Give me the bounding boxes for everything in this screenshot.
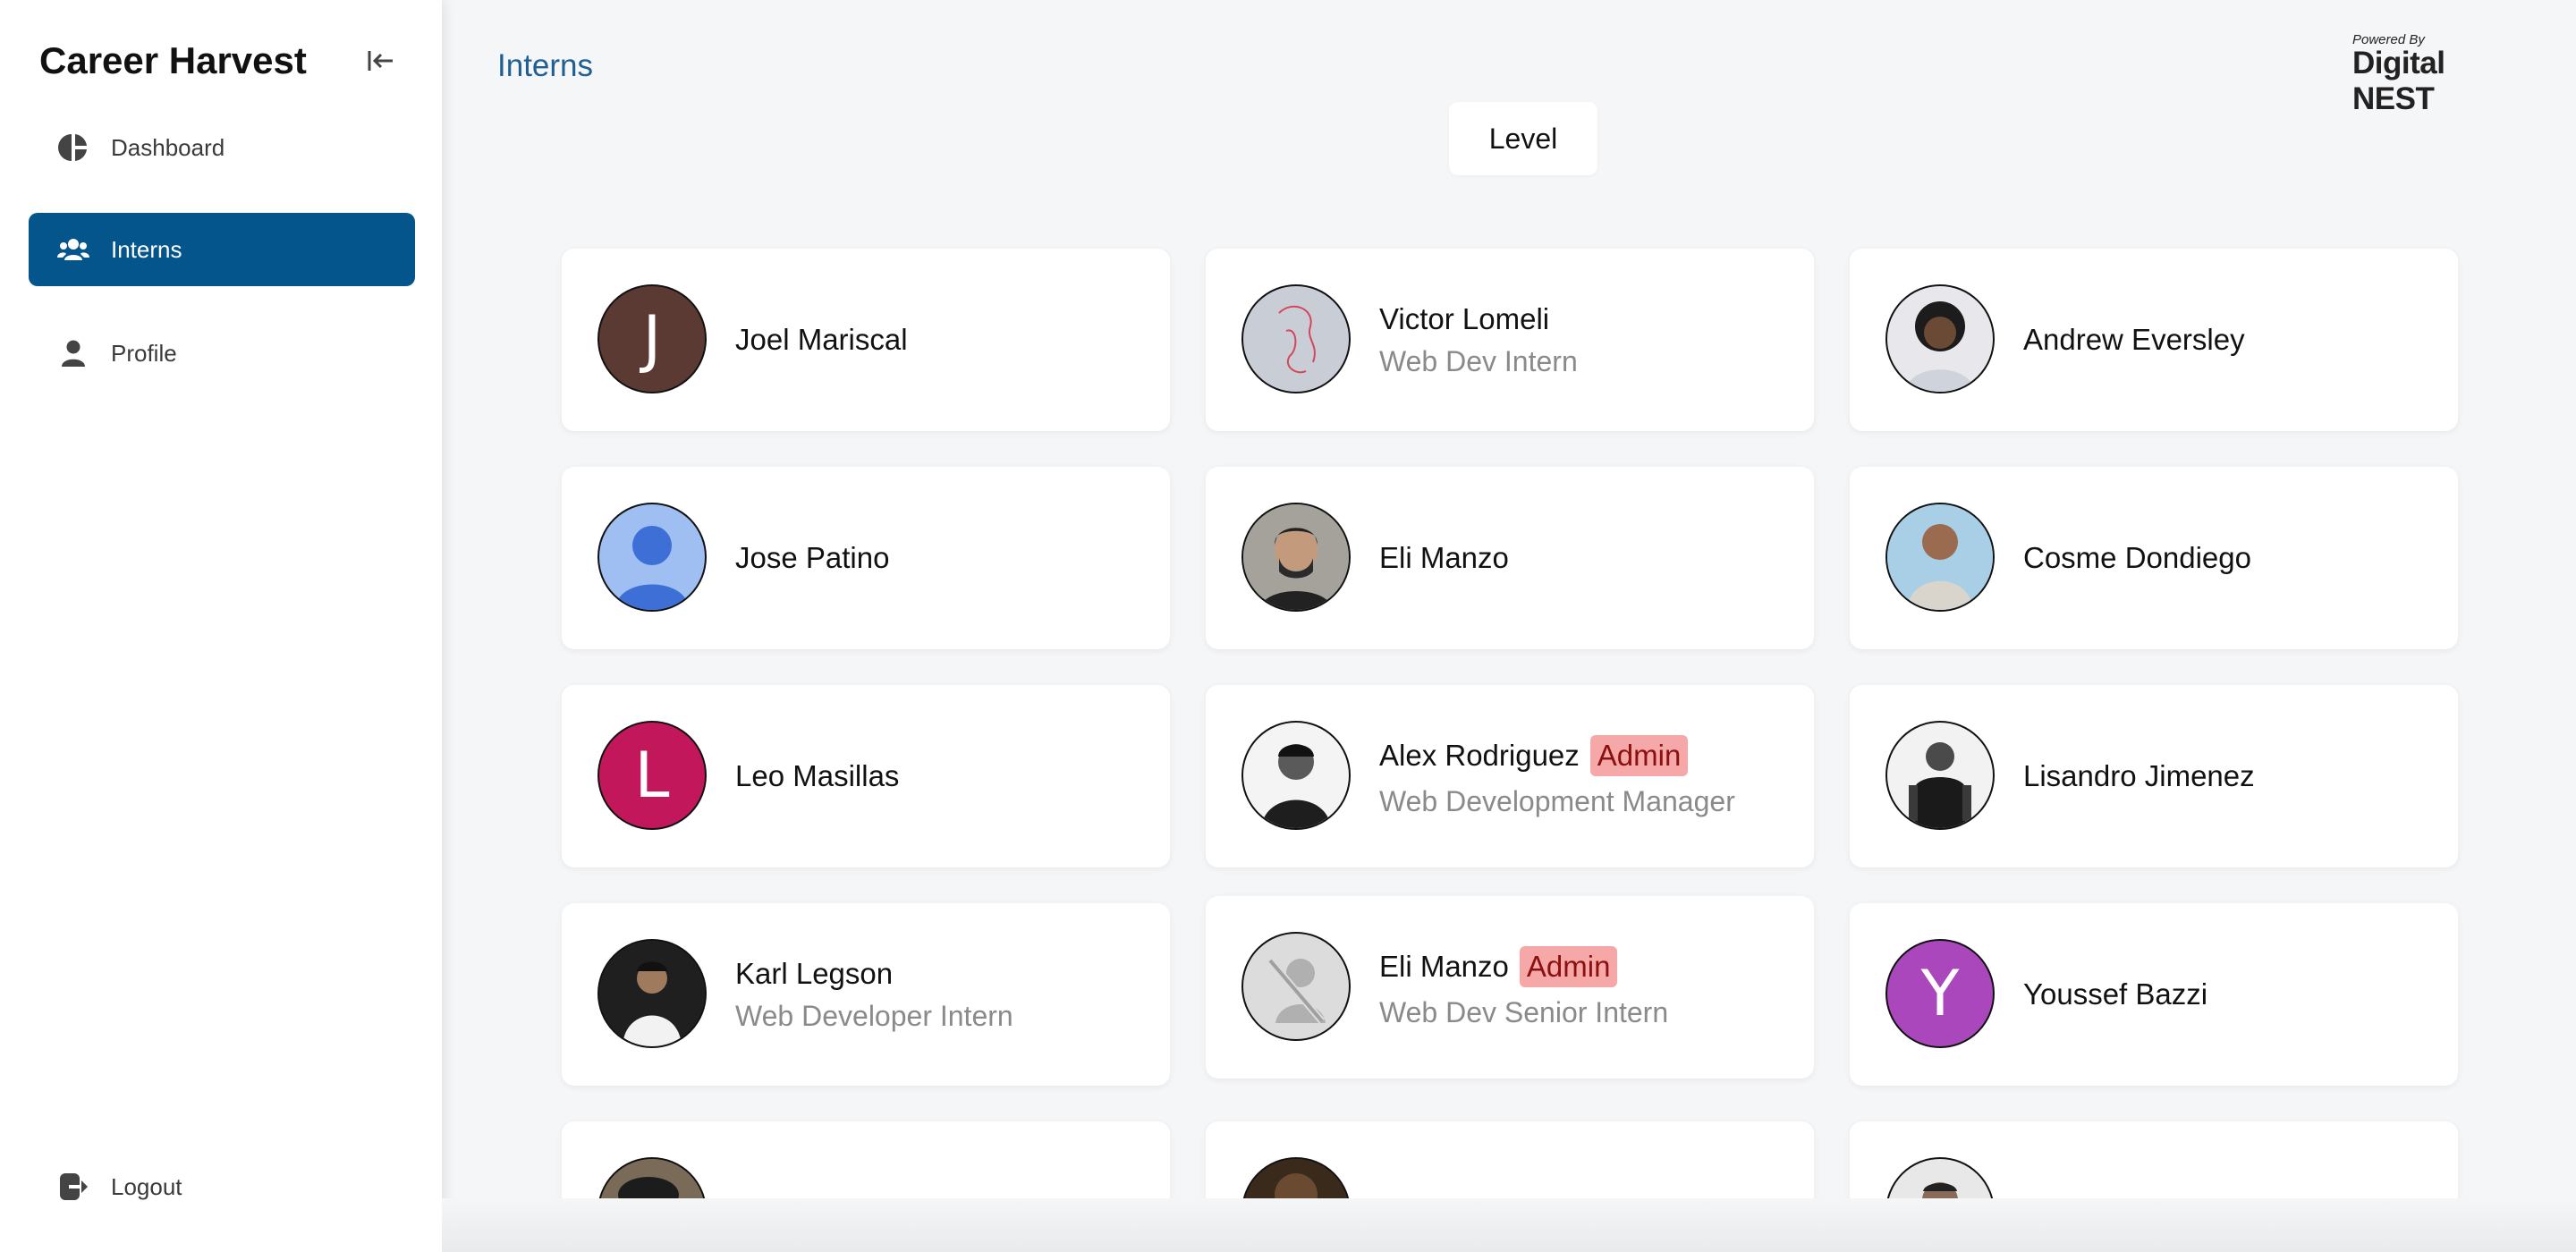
intern-card[interactable]: Eli Manzo	[1206, 467, 1814, 649]
sidebar-item-label: Dashboard	[111, 133, 225, 161]
intern-card[interactable]	[1206, 1121, 1814, 1198]
avatar: Y	[1885, 939, 1995, 1048]
intern-name: Leo Masillas	[735, 759, 900, 792]
avatar	[1241, 503, 1351, 612]
intern-name: Alex Rodriguez Admin	[1379, 734, 1735, 776]
avatar	[1885, 1157, 1995, 1198]
intern-name: Lisandro Jimenez	[2023, 759, 2255, 792]
sidebar-item-interns[interactable]: Interns	[29, 213, 415, 286]
logout-button[interactable]: Logout	[29, 1150, 415, 1223]
intern-name: Victor Lomeli	[1379, 301, 1550, 335]
intern-name: Andrew Eversley	[2023, 323, 2245, 356]
intern-name: Jose Patino	[735, 541, 890, 574]
sidebar-item-profile[interactable]: Profile	[29, 317, 415, 390]
sidebar-item-dashboard[interactable]: Dashboard	[29, 111, 415, 184]
intern-name: Cosme Dondiego	[2023, 541, 2251, 574]
intern-card[interactable]: L Leo Masillas	[562, 685, 1170, 867]
intern-card[interactable]: Cosme Dondiego	[1850, 467, 2458, 649]
intern-card[interactable]	[562, 1121, 1170, 1198]
powered-by-logo: Powered By Digital NEST	[2352, 32, 2531, 117]
intern-name: Eli Manzo Admin	[1379, 945, 1668, 987]
sidebar-item-label: Interns	[111, 235, 182, 263]
intern-card[interactable]: Eli Manzo Admin Web Dev Senior Intern	[1206, 896, 1814, 1079]
intern-name: Karl Legson	[735, 956, 894, 990]
bottom-fade	[442, 1198, 2576, 1252]
intern-card[interactable]: Alex Rodriguez Admin Web Development Man…	[1206, 685, 1814, 867]
avatar	[1885, 284, 1995, 393]
intern-card[interactable]: Lisandro Jimenez	[1850, 685, 2458, 867]
intern-card[interactable]: J Joel Mariscal	[562, 249, 1170, 431]
intern-card[interactable]: Victor Lomeli Web Dev Intern	[1206, 249, 1814, 431]
avatar: J	[597, 284, 707, 393]
avatar	[1241, 932, 1351, 1041]
logout-icon	[54, 1167, 93, 1206]
sidebar: Career Harvest Dashboard Interns Profile…	[0, 0, 442, 1252]
avatar	[1885, 721, 1995, 830]
intern-name: Eli Manzo	[1379, 541, 1509, 574]
admin-badge: Admin	[1589, 734, 1689, 776]
breadcrumb[interactable]: Interns	[497, 48, 593, 84]
intern-card[interactable]: Y Youssef Bazzi	[1850, 903, 2458, 1086]
level-filter-button[interactable]: Level	[1449, 102, 1597, 175]
sidebar-item-label: Profile	[111, 339, 177, 367]
intern-role: Web Developer Intern	[735, 999, 1013, 1032]
intern-card[interactable]: Karl Legson Web Developer Intern	[562, 903, 1170, 1086]
avatar	[1885, 503, 1995, 612]
intern-role: Web Dev Senior Intern	[1379, 995, 1669, 1028]
avatar	[1241, 721, 1351, 830]
intern-name: Youssef Bazzi	[2023, 977, 2208, 1011]
intern-name-text: Eli Manzo	[1379, 949, 1509, 983]
intern-name: Joel Mariscal	[735, 323, 908, 356]
user-icon	[54, 334, 93, 373]
intern-grid: J Joel Mariscal Victor Lomeli Web Dev In…	[537, 233, 2504, 1198]
intern-card[interactable]: Andrew Eversley	[1850, 249, 2458, 431]
intern-name-text: Alex Rodriguez	[1379, 738, 1580, 772]
avatar	[597, 939, 707, 1048]
logout-label: Logout	[111, 1172, 182, 1200]
avatar	[597, 503, 707, 612]
avatar	[1241, 284, 1351, 393]
users-icon	[54, 230, 93, 269]
digital-nest-logo: Digital NEST	[2352, 46, 2445, 116]
admin-badge: Admin	[1519, 945, 1618, 987]
intern-role: Web Development Manager	[1379, 784, 1735, 817]
avatar: L	[597, 721, 707, 830]
dashboard-icon	[54, 128, 93, 167]
avatar	[1241, 1157, 1351, 1198]
avatar	[597, 1157, 707, 1198]
collapse-sidebar-icon[interactable]	[365, 47, 397, 75]
intern-card[interactable]: Jose Patino	[562, 467, 1170, 649]
intern-role: Web Dev Intern	[1379, 344, 1578, 377]
app-title: Career Harvest	[39, 39, 307, 81]
intern-card[interactable]	[1850, 1121, 2458, 1198]
